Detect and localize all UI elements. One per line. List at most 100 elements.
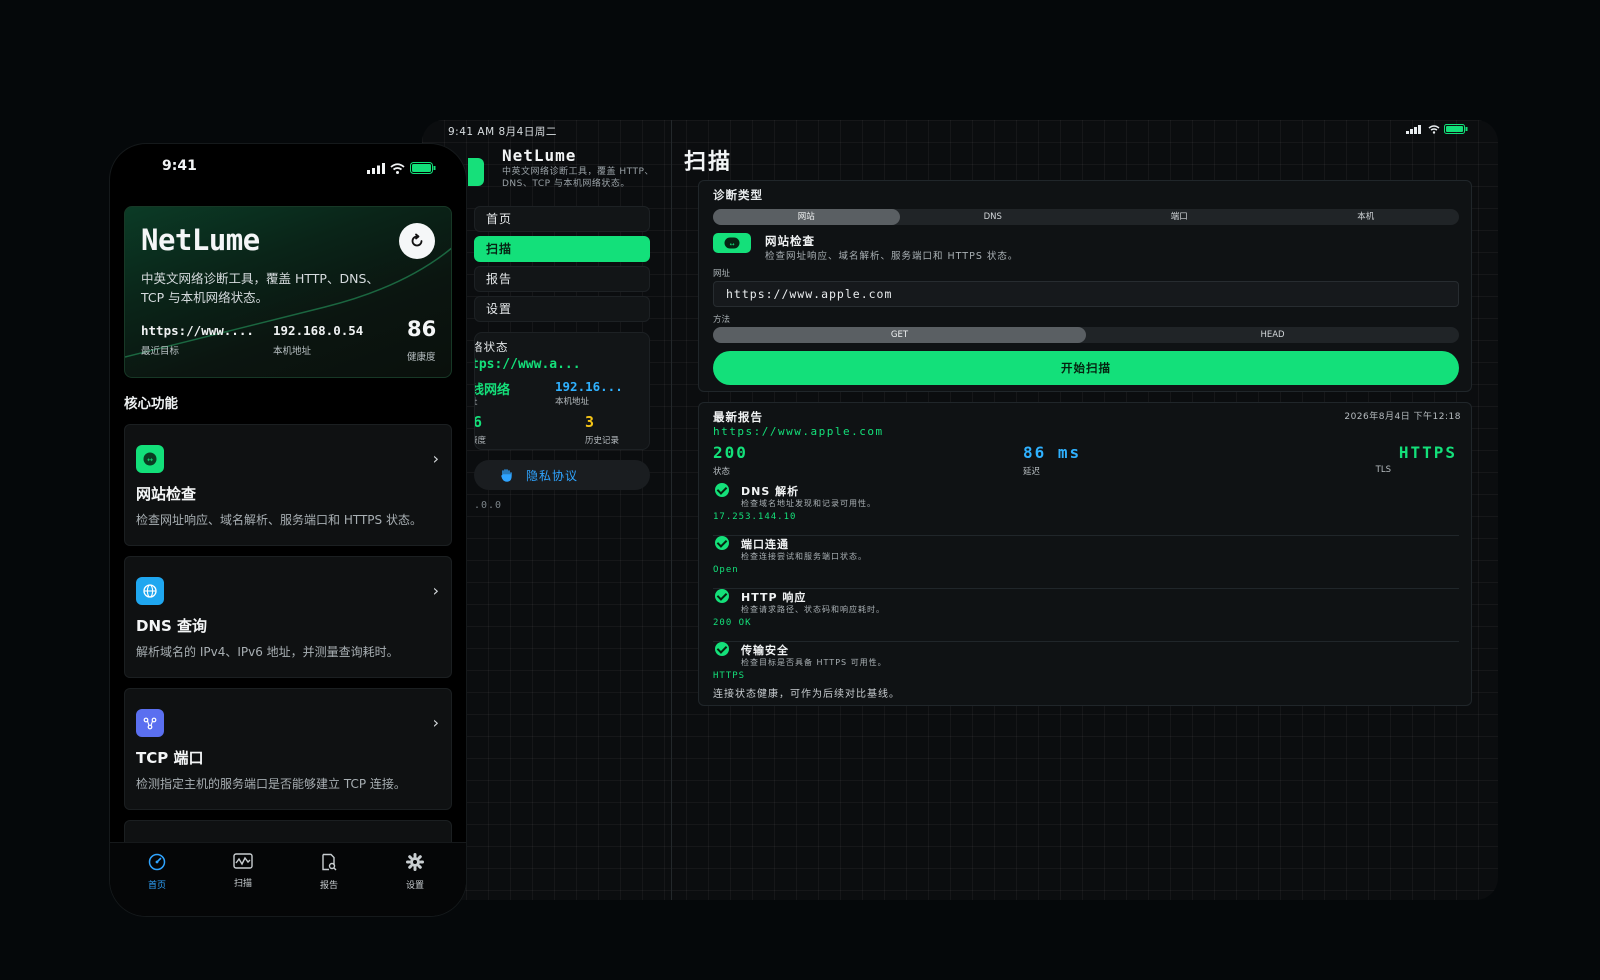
tab-home[interactable]: 首页 <box>122 853 192 891</box>
tab-bar: 首页 扫描 报告 设置 <box>110 842 466 916</box>
iphone-window: 9:41 NetLume 中英文网络诊断工具，覆盖 HTTP、DNS、TCP 与… <box>110 144 466 916</box>
check-row-port: 端口连通 检查连接尝试和服务端口状态。 Open <box>713 536 1459 589</box>
type-title: 网站检查 <box>765 234 815 248</box>
local-ip-value: 192.168.0.54 <box>273 323 364 338</box>
chevron-right-icon: › <box>432 581 439 600</box>
latency-label: 延迟 <box>1023 467 1041 477</box>
status-card-sub-label: 址 <box>475 395 478 407</box>
http-icon: ↔ <box>713 233 751 253</box>
status-card-network: 线网络 <box>474 383 511 398</box>
check-title: HTTP 响应 <box>741 591 807 604</box>
type-option-dns[interactable]: DNS <box>900 209 1087 225</box>
phone-status-time: 9:41 <box>162 158 197 174</box>
wifi-icon <box>390 162 405 174</box>
feature-description: 检测指定主机的服务端口是否能够建立 TCP 连接。 <box>136 777 406 791</box>
recent-target-label: 最近目标 <box>141 346 180 357</box>
sidebar-status-card: 络状态 tps://www.a... 线网络 192.16... 址 本机地址 … <box>474 332 650 450</box>
ipad-window: 9:41 AM 8月4日周二 NetLume 中英文网络诊断工具，覆盖 HTTP… <box>422 120 1498 900</box>
start-scan-button[interactable]: 开始扫描 <box>713 351 1459 385</box>
chevron-right-icon: › <box>432 713 439 732</box>
tab-label: 设置 <box>405 881 424 891</box>
speedometer-icon <box>148 853 166 871</box>
tab-reports[interactable]: 报告 <box>294 853 364 891</box>
sidebar-nav: 首页 扫描 报告 设置 <box>474 206 650 326</box>
latest-report-panel: 最新报告 2026年8月4日 下午12:18 https://www.apple… <box>698 402 1472 706</box>
method-segmented-control: GET HEAD <box>713 327 1459 343</box>
check-title: 端口连通 <box>741 538 789 551</box>
tls-value: HTTPS <box>1398 443 1457 462</box>
pulse-chart-icon <box>233 853 253 869</box>
section-title: 核心功能 <box>124 396 178 412</box>
check-circle-icon <box>715 642 729 656</box>
page-title: 扫描 <box>684 150 733 175</box>
refresh-button[interactable] <box>399 223 435 259</box>
tab-label: 报告 <box>319 881 338 891</box>
check-circle-icon <box>715 589 729 603</box>
privacy-label: 隐私协议 <box>526 468 579 483</box>
brand-logo <box>468 158 484 186</box>
feature-description: 解析域名的 IPv4、IPv6 地址，并测量查询耗时。 <box>136 645 399 659</box>
scan-panel: 诊断类型 网站 DNS 端口 本机 ↔ 网站检查 检查网址响应、域名解析、服务端… <box>698 180 1472 392</box>
check-description: 检查域名地址发现和记录可用性。 <box>741 499 876 508</box>
type-option-port[interactable]: 端口 <box>1086 209 1273 225</box>
method-option-head[interactable]: HEAD <box>1086 327 1459 343</box>
hero-title: NetLume <box>141 223 260 257</box>
tab-label: 首页 <box>147 881 166 891</box>
battery-icon <box>410 162 436 174</box>
url-input[interactable]: https://www.apple.com <box>713 281 1459 307</box>
network-nodes-icon <box>136 709 164 737</box>
feature-title: DNS 查询 <box>136 617 208 635</box>
http-icon: ↔ <box>136 445 164 473</box>
signal-icon <box>367 162 385 174</box>
report-url: https://www.apple.com <box>713 425 884 438</box>
feature-card-tcp[interactable]: TCP 端口 检测指定主机的服务端口是否能够建立 TCP 连接。 › <box>124 688 452 810</box>
privacy-button[interactable]: 隐私协议 <box>474 460 650 490</box>
hero-card: NetLume 中英文网络诊断工具，覆盖 HTTP、DNS、TCP 与本机网络状… <box>124 206 452 378</box>
check-value: 200 OK <box>713 618 752 628</box>
svg-text:↔: ↔ <box>729 241 734 248</box>
feature-card-dns[interactable]: DNS 查询 解析域名的 IPv4、IPv6 地址，并测量查询耗时。 › <box>124 556 452 678</box>
tab-settings[interactable]: 设置 <box>380 853 450 891</box>
sidebar-item-scan[interactable]: 扫描 <box>474 236 650 262</box>
type-option-local[interactable]: 本机 <box>1273 209 1460 225</box>
check-circle-icon <box>715 483 729 497</box>
status-card-history-label: 历史记录 <box>585 436 620 446</box>
feature-card-website[interactable]: ↔ 网站检查 检查网址响应、域名解析、服务端口和 HTTPS 状态。 › <box>124 424 452 546</box>
type-description: 检查网址响应、域名解析、服务端口和 HTTPS 状态。 <box>765 251 1019 262</box>
tab-label: 扫描 <box>233 879 252 889</box>
method-label: 方法 <box>713 315 731 325</box>
health-score-label: 健康度 <box>407 352 436 363</box>
check-title: 传输安全 <box>741 644 789 657</box>
status-card-title: 络状态 <box>474 340 509 354</box>
health-score-value: 86 <box>407 317 437 341</box>
globe-icon <box>136 577 164 605</box>
sidebar-item-settings[interactable]: 设置 <box>474 296 650 322</box>
type-segmented-control: 网站 DNS 端口 本机 <box>713 209 1459 225</box>
refresh-icon <box>411 233 423 247</box>
ipad-main: 扫描 诊断类型 网站 DNS 端口 本机 ↔ 网站检查 检查网址响应、域名解析、… <box>678 120 1498 900</box>
report-title: 最新报告 <box>713 410 763 424</box>
sidebar-brand-title: NetLume <box>502 146 577 165</box>
status-card-ip: 192.16... <box>555 379 623 394</box>
tls-label: TLS <box>1375 465 1391 475</box>
method-option-get[interactable]: GET <box>713 327 1086 343</box>
feature-title: TCP 端口 <box>136 749 204 767</box>
check-title: DNS 解析 <box>741 485 800 498</box>
tab-scan[interactable]: 扫描 <box>208 853 278 889</box>
sidebar-item-home[interactable]: 首页 <box>474 206 650 232</box>
local-ip-label: 本机地址 <box>273 346 312 357</box>
status-card-health: 6 <box>475 413 482 431</box>
document-search-icon <box>322 853 337 871</box>
recent-target-value: https://www.... <box>141 323 254 338</box>
status-card-ip-label: 本机地址 <box>555 397 590 407</box>
check-description: 检查请求路径、状态码和响应耗时。 <box>741 605 885 614</box>
latency-value: 86 ms <box>1023 443 1082 462</box>
type-option-website[interactable]: 网站 <box>713 209 900 225</box>
type-label: 诊断类型 <box>713 188 763 202</box>
gear-icon <box>406 853 424 871</box>
feature-title: 网站检查 <box>136 485 197 503</box>
check-value: Open <box>713 565 739 575</box>
sidebar-brand-desc: 中英文网络诊断工具，覆盖 HTTP、DNS、TCP 与本机网络状态。 <box>502 167 654 189</box>
sidebar-item-reports[interactable]: 报告 <box>474 266 650 292</box>
hero-description: 中英文网络诊断工具，覆盖 HTTP、DNS、TCP 与本机网络状态。 <box>141 271 379 305</box>
